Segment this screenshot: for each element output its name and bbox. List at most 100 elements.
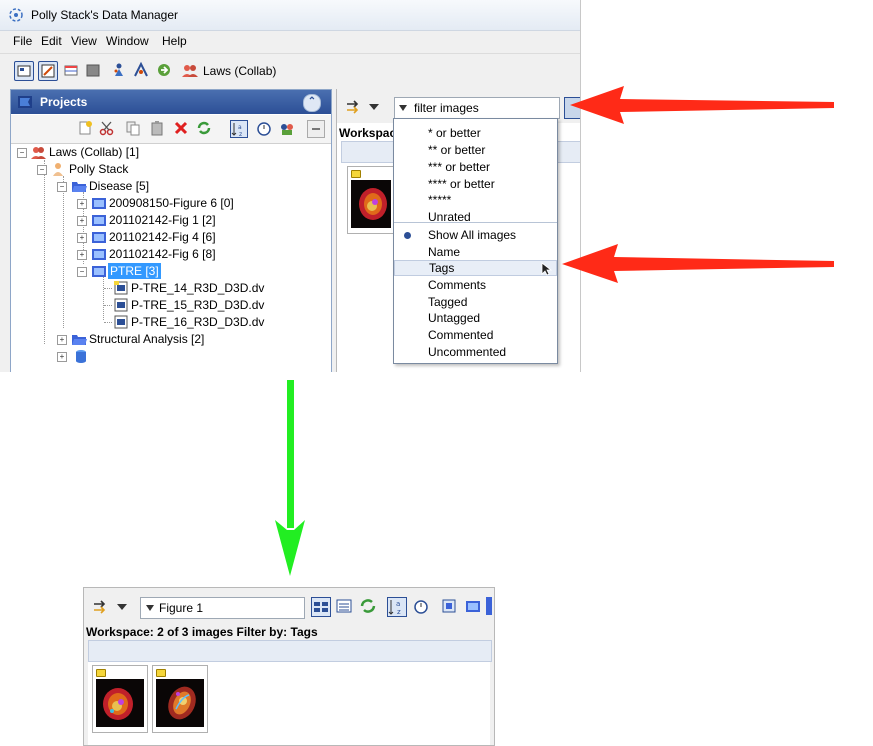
delete-icon[interactable] [173,120,189,136]
menu-separator [394,222,557,223]
mouse-cursor-icon [541,262,553,276]
collapse-icon[interactable]: ⌃ [303,94,321,112]
tree-item-structural[interactable]: + Structural Analysis [2] [11,331,331,347]
dataset-icon [91,196,107,210]
refresh-icon[interactable] [196,120,212,136]
main-toolbar: Laws (Collab) [0,53,580,86]
chevron-down-icon[interactable] [399,105,407,111]
tree-label: P-TRE_16_R3D_D3D.dv [131,315,265,329]
menu-item-5-star[interactable]: ***** [394,192,557,208]
menu-item-untagged[interactable]: Untagged [394,310,557,326]
dropdown-arrow-icon[interactable] [369,104,379,110]
svg-text:z: z [397,608,401,616]
copy-icon[interactable] [125,120,141,136]
menu-edit[interactable]: Edit [41,34,62,48]
overflow-icon[interactable] [486,597,492,615]
menu-item-name[interactable]: Name [394,244,557,260]
minimize-icon[interactable] [307,120,325,138]
menu-item-3-star[interactable]: *** or better [394,159,557,175]
menu-item-uncommented[interactable]: Uncommented [394,344,557,360]
image-file-icon [113,281,129,295]
title-bar: Polly Stack's Data Manager [0,0,580,31]
tree-item-dataset[interactable]: + 201102142-Fig 4 [6] [11,229,331,245]
filter-input[interactable]: Figure 1 [140,597,305,619]
tree-label: Laws (Collab) [1] [49,145,140,159]
workspace-status: Workspace: 2 of 3 images Filter by: Tags [86,625,318,639]
svg-text:z: z [239,131,242,137]
tree-item-dataset[interactable]: + 201102142-Fig 6 [8] [11,246,331,262]
filter-people-icon[interactable] [279,120,295,136]
tree-label: Polly Stack [69,162,129,176]
tree-item-dataset[interactable]: + 201102142-Fig 1 [2] [11,212,331,228]
tree-label-selected: PTRE [3] [108,263,161,279]
dataset-icon [91,213,107,227]
paste-icon[interactable] [149,120,165,136]
menu-window[interactable]: Window [106,34,149,48]
thumbnail-view-icon[interactable] [311,597,331,617]
red-arrow-filter-box [570,84,836,126]
red-arrow-tags-item [562,242,836,284]
share-arrows-icon[interactable] [345,98,363,116]
tree-item-file[interactable]: P-TRE_14_R3D_D3D.dv [11,280,331,296]
menu-item-1-star[interactable]: * or better [394,125,557,141]
tree-item-ptre[interactable]: − PTRE [3] [11,263,331,279]
thumbnail-area [88,662,490,745]
table-icon[interactable] [62,61,80,79]
group-label[interactable]: Laws (Collab) [203,64,276,78]
folder-icon [71,332,87,346]
sort-az-icon[interactable]: az [387,597,407,617]
refresh-icon[interactable] [359,597,377,615]
tree-item-file[interactable]: P-TRE_16_R3D_D3D.dv [11,314,331,330]
dropdown-arrow-icon[interactable] [117,604,127,610]
menu-file[interactable]: File [13,34,32,48]
edit-icon[interactable] [38,61,58,81]
menu-bar: File Edit View Window Help [0,31,580,51]
tree-item-file[interactable]: P-TRE_15_R3D_D3D.dv [11,297,331,313]
tree-item-root[interactable]: − Laws (Collab) [1] [11,144,331,160]
image-thumbnail[interactable] [152,665,208,733]
menu-item-tagged[interactable]: Tagged [394,294,557,310]
cut-icon[interactable] [99,120,115,136]
tree-label: 201102142-Fig 4 [6] [109,230,216,244]
share-arrows-icon[interactable] [92,598,110,616]
menu-item-tags[interactable]: Tags [394,260,557,276]
menu-help[interactable]: Help [162,34,187,48]
dataset-icon[interactable] [464,597,482,615]
people-icon[interactable] [110,61,128,79]
svg-text:a: a [396,600,400,608]
import-image-icon[interactable] [440,597,458,615]
menu-view[interactable]: View [71,34,97,48]
image-thumbnail[interactable] [347,166,395,234]
menu-item-2-star[interactable]: ** or better [394,142,557,158]
menu-item-show-all[interactable]: Show All images [394,227,557,243]
tree-item-database[interactable]: + [11,348,331,364]
tree-label: P-TRE_15_R3D_D3D.dv [131,298,265,312]
filter-dropdown-menu: * or better ** or better *** or better *… [393,118,558,364]
tree-item-disease[interactable]: − Disease [5] [11,178,331,194]
app-logo-icon [8,7,24,23]
timer-icon[interactable] [256,120,272,136]
tree-item-user[interactable]: − Polly Stack [11,161,331,177]
menu-item-4-star[interactable]: **** or better [394,176,557,192]
filter-input[interactable]: filter images [394,97,560,119]
blank-view-icon[interactable] [84,61,102,79]
image-thumbnail[interactable] [92,665,148,733]
workspace-label: Workspac [339,126,397,140]
group-icon[interactable] [181,61,199,79]
flag-icon [18,96,32,108]
sort-az-icon[interactable]: az [230,120,248,138]
project-tree: − Laws (Collab) [1] − Polly Stack − Dise… [11,144,331,372]
view-data-icon[interactable] [14,61,34,81]
database-icon [73,349,89,363]
svg-text:a: a [238,124,242,131]
new-icon[interactable] [77,120,93,136]
list-view-icon[interactable] [335,597,353,615]
menu-item-commented[interactable]: Commented [394,327,557,343]
import-icon[interactable] [155,61,173,79]
timer-icon[interactable] [412,597,430,615]
tree-item-dataset[interactable]: + 200908150-Figure 6 [0] [11,195,331,211]
projects-toolbar: az [11,115,331,144]
analysis-icon[interactable] [132,61,150,79]
menu-item-comments[interactable]: Comments [394,277,557,293]
chevron-down-icon[interactable] [146,605,154,611]
